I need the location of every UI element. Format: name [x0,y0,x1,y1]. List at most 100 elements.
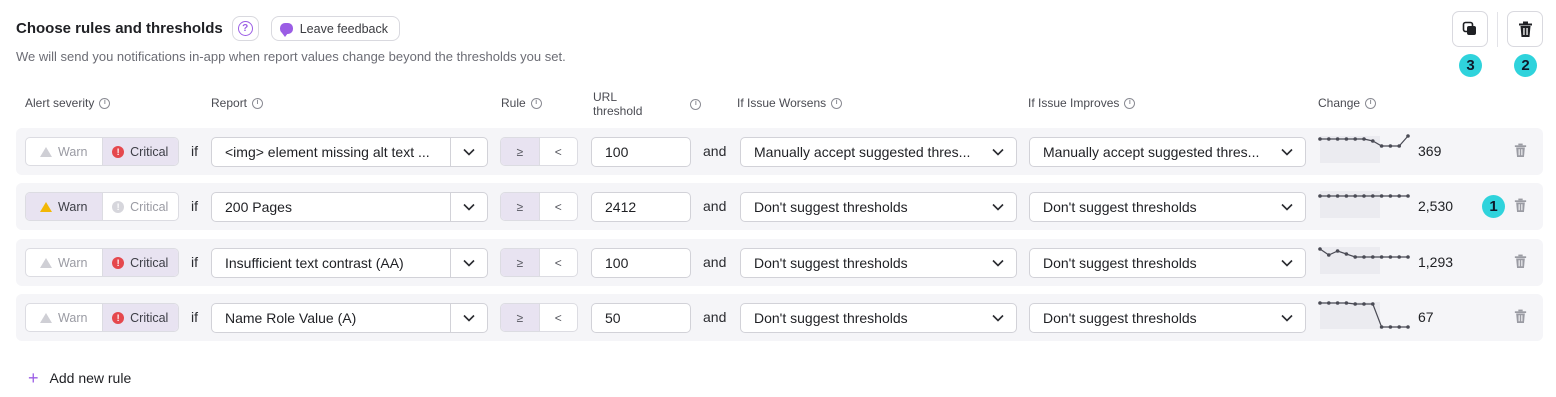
delete-all-button[interactable] [1507,11,1543,47]
severity-warn-label: Warn [58,255,88,270]
info-icon[interactable]: i [530,97,542,109]
if-worsens-select[interactable]: Don't suggest thresholds [740,248,1017,278]
report-select[interactable]: Name Role Value (A) [211,303,488,333]
delete-rule-button[interactable] [1514,143,1527,163]
sparkline-area [1320,302,1380,329]
rule-lt-option[interactable]: < [538,249,578,276]
change-sparkline [1318,247,1410,274]
sparkline-point [1379,194,1384,198]
delete-rule-button[interactable] [1514,254,1527,274]
header-rule-label: Rule [501,96,526,110]
leave-feedback-button[interactable]: Leave feedback [270,16,400,41]
rule-gte-option[interactable]: ≥ [501,138,539,165]
sparkline-point [1388,194,1393,198]
sparkline-point [1335,194,1340,198]
rule-row: Warn ! Critical if Name Role Value (A) ≥… [16,294,1543,341]
sparkline-point [1397,144,1401,148]
url-threshold-input[interactable]: 50 [591,303,691,333]
severity-warn-option[interactable]: Warn [26,249,102,276]
sparkline-point [1406,325,1410,329]
rule-gte-option[interactable]: ≥ [501,193,539,220]
chevron-down-icon [1268,304,1305,332]
severity-critical-option[interactable]: ! Critical [101,138,178,165]
add-new-rule-button[interactable]: + Add new rule [28,369,132,387]
critical-alert-icon: ! [112,200,125,213]
rule-lt-label: < [554,144,562,159]
severity-critical-option[interactable]: ! Critical [101,249,178,276]
if-worsens-select[interactable]: Don't suggest thresholds [740,192,1017,222]
chevron-down-icon [1268,249,1305,277]
if-improves-select[interactable]: Don't suggest thresholds [1029,192,1306,222]
severity-critical-label: Critical [130,255,169,270]
delete-rule-button[interactable] [1514,309,1527,329]
info-icon[interactable]: i [1124,97,1136,109]
if-improves-select[interactable]: Don't suggest thresholds [1029,303,1306,333]
if-worsens-select[interactable]: Manually accept suggested thres... [740,137,1017,167]
copy-button[interactable] [1452,11,1488,47]
delete-rule-button[interactable] [1514,198,1527,218]
and-label: and [703,198,727,214]
sparkline-point [1353,194,1357,198]
severity-critical-label: Critical [130,144,169,159]
info-icon[interactable]: i [99,97,111,109]
rule-lt-option[interactable]: < [538,193,578,220]
sparkline-point [1362,194,1366,198]
severity-toggle: Warn ! Critical [25,248,179,277]
sparkline-point [1406,194,1410,198]
if-improves-select[interactable]: Manually accept suggested thres... [1029,137,1306,167]
info-icon[interactable]: i [690,98,702,110]
header-report-label: Report [211,96,248,110]
header-report: Report i [211,96,264,110]
change-sparkline [1318,134,1410,163]
report-select-value: <img> element missing alt text ... [225,144,430,160]
rule-lt-option[interactable]: < [538,138,578,165]
severity-toggle: Warn ! Critical [25,192,179,221]
critical-alert-icon: ! [112,145,125,158]
severity-warn-option[interactable]: Warn [26,138,102,165]
warning-triangle-icon [40,312,53,323]
header-improves-label: If Issue Improves [1028,96,1120,110]
rule-toggle: ≥ < [500,137,578,166]
trash-icon [1514,198,1527,212]
header-url-threshold-line1: URL [593,90,618,104]
title-row: Choose rules and thresholds ? Leave feed… [16,15,400,42]
if-label: if [191,254,198,270]
sparkline-point [1371,255,1375,259]
info-icon[interactable]: i [1365,97,1377,109]
severity-warn-option[interactable]: Warn [26,193,102,220]
if-improves-select-value: Don't suggest thresholds [1043,310,1197,326]
add-new-rule-label: Add new rule [49,370,132,386]
if-improves-select-value: Don't suggest thresholds [1043,199,1197,215]
url-threshold-input[interactable]: 2412 [591,192,691,222]
if-improves-select[interactable]: Don't suggest thresholds [1029,248,1306,278]
severity-critical-option[interactable]: ! Critical [101,304,178,331]
chevron-down-icon [1268,193,1305,221]
rule-gte-option[interactable]: ≥ [501,249,539,276]
info-icon[interactable]: i [831,97,843,109]
page-title: Choose rules and thresholds [16,20,223,37]
chevron-down-icon [979,304,1016,332]
severity-critical-option[interactable]: ! Critical [101,193,179,220]
sparkline-point [1371,302,1375,306]
if-worsens-select[interactable]: Don't suggest thresholds [740,303,1017,333]
report-select[interactable]: Insufficient text contrast (AA) [211,248,488,278]
if-label: if [191,198,198,214]
sparkline-point [1318,247,1322,251]
url-threshold-input[interactable]: 100 [591,137,691,167]
sparkline-point [1362,302,1366,306]
change-value: 369 [1418,143,1442,159]
rule-lt-option[interactable]: < [538,304,578,331]
url-threshold-input[interactable]: 100 [591,248,691,278]
chevron-down-icon [979,138,1016,166]
severity-warn-option[interactable]: Warn [26,304,102,331]
report-select[interactable]: <img> element missing alt text ... [211,137,488,167]
critical-alert-icon: ! [112,256,125,269]
sparkline-point [1344,252,1349,256]
report-select[interactable]: 200 Pages [211,192,488,222]
sparkline-point [1344,137,1349,141]
info-icon[interactable]: i [252,97,264,109]
critical-alert-icon: ! [112,311,125,324]
rule-gte-option[interactable]: ≥ [501,304,539,331]
help-button[interactable]: ? [231,16,259,41]
page-subtitle: We will send you notifications in-app wh… [16,49,566,64]
